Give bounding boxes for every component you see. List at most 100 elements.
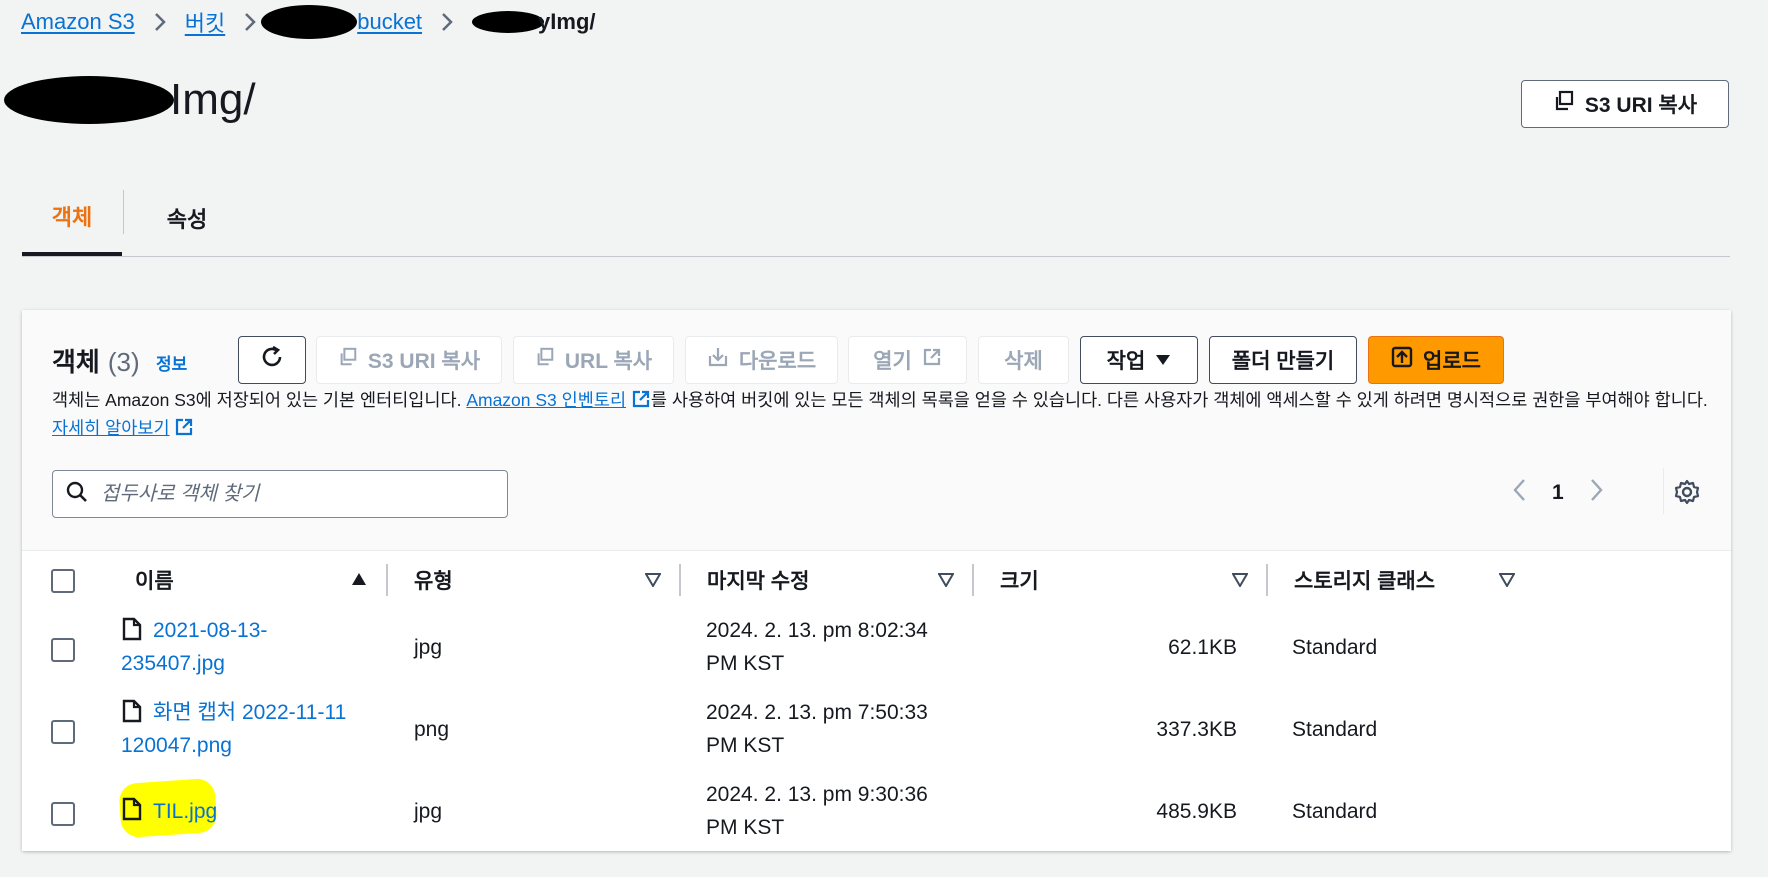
download-label: 다운로드 — [738, 350, 817, 373]
row-checkbox[interactable] — [51, 638, 75, 662]
actions-dropdown[interactable]: 작업 — [1080, 336, 1198, 384]
sort-icon[interactable] — [644, 573, 662, 592]
object-storage-class: Standard — [1292, 718, 1378, 741]
column-separator — [679, 564, 681, 596]
open-button[interactable]: 열기 — [848, 336, 967, 384]
copy-s3-uri-button[interactable]: S3 URI 복사 — [1521, 80, 1729, 128]
object-last-modified: 2024. 2. 13. pm 7:50:33 — [706, 701, 928, 724]
copy-icon — [535, 347, 555, 373]
object-name-link[interactable]: 235407.jpg — [121, 647, 225, 680]
chevron-right-icon — [440, 11, 454, 33]
column-header-size[interactable]: 크기 — [1000, 551, 1039, 609]
table-row[interactable]: TIL.jpg jpg 2024. 2. 13. pm 9:30:36 PM K… — [22, 773, 1731, 851]
tab-divider — [123, 190, 124, 234]
object-storage-class: Standard — [1292, 800, 1378, 823]
row-checkbox[interactable] — [51, 720, 75, 744]
inventory-link[interactable]: Amazon S3 인벤토리 — [466, 390, 626, 410]
object-type: png — [414, 718, 450, 741]
previous-page-button[interactable] — [1512, 478, 1526, 508]
object-last-modified-tz: PM KST — [706, 652, 785, 675]
actions-label: 작업 — [1106, 350, 1146, 373]
next-page-button[interactable] — [1590, 478, 1604, 508]
search-icon — [65, 480, 89, 509]
delete-button[interactable]: 삭제 — [978, 336, 1069, 384]
refresh-button[interactable] — [238, 336, 306, 384]
file-icon — [122, 617, 142, 646]
copy-icon — [1553, 90, 1575, 118]
pager-divider — [1663, 468, 1664, 514]
redaction-mark — [261, 5, 358, 39]
object-size: 337.3KB — [1156, 718, 1237, 741]
table-row[interactable]: 화면 캡처 2022-11-11 120047.png png 2024. 2.… — [22, 691, 1731, 774]
copy-icon — [338, 347, 358, 373]
object-type: jpg — [414, 800, 443, 823]
redaction-mark — [4, 76, 174, 124]
table-settings-button[interactable] — [1668, 475, 1706, 513]
download-button[interactable]: 다운로드 — [685, 336, 838, 384]
column-header-last-modified[interactable]: 마지막 수정 — [707, 551, 809, 609]
breadcrumb-buckets-link[interactable]: 버킷 — [185, 6, 225, 38]
upload-button[interactable]: 업로드 — [1368, 336, 1504, 384]
table-row[interactable]: 2021-08-13- 235407.jpg jpg 2024. 2. 13. … — [22, 609, 1731, 692]
object-type: jpg — [414, 636, 443, 659]
info-link[interactable]: 정보 — [156, 350, 187, 375]
object-name-link[interactable]: TIL.jpg — [153, 795, 217, 828]
learn-more-link[interactable]: 자세히 알아보기 — [52, 418, 170, 438]
column-header-name[interactable]: 이름 — [135, 551, 174, 609]
page-title-text: Img/ — [170, 75, 256, 124]
tab-objects[interactable]: 객체 — [22, 180, 122, 256]
file-icon — [122, 699, 142, 728]
objects-heading: 객체 (3) — [52, 342, 140, 379]
column-separator — [1266, 564, 1268, 596]
object-name-link[interactable]: 2021-08-13- — [153, 614, 267, 647]
tab-properties[interactable]: 속성 — [132, 180, 242, 256]
sort-icon[interactable] — [937, 573, 955, 592]
objects-description: 객체는 Amazon S3에 저장되어 있는 기본 엔터티입니다. Amazon… — [52, 388, 1712, 444]
chevron-right-icon — [243, 11, 257, 33]
object-size: 485.9KB — [1156, 800, 1237, 823]
breadcrumb-current-folder: yImg/ — [538, 9, 596, 34]
column-header-storage-class[interactable]: 스토리지 클래스 — [1294, 551, 1435, 609]
select-all-checkbox[interactable] — [51, 569, 75, 593]
column-separator — [386, 564, 388, 596]
description-text-1: 객체는 Amazon S3에 저장되어 있는 기본 엔터티입니다. — [52, 390, 467, 410]
sort-icon[interactable] — [1498, 573, 1516, 592]
copy-url-button[interactable]: URL 복사 — [513, 336, 674, 384]
download-icon — [707, 346, 729, 374]
object-name-link[interactable]: 화면 캡처 2022-11-11 — [153, 696, 346, 729]
tab-bar: 객체 속성 — [22, 180, 1730, 257]
create-folder-button[interactable]: 폴더 만들기 — [1209, 336, 1357, 384]
external-link-icon — [174, 417, 194, 444]
pagination: 1 — [1512, 478, 1604, 508]
breadcrumb-service-link[interactable]: Amazon S3 — [21, 9, 135, 35]
copy-s3-uri-label: S3 URI 복사 — [1584, 94, 1698, 117]
copy-url-label: URL 복사 — [564, 350, 653, 373]
object-last-modified-tz: PM KST — [706, 734, 785, 757]
external-link-icon — [922, 347, 942, 373]
open-label: 열기 — [873, 350, 912, 373]
current-page-number[interactable]: 1 — [1552, 481, 1564, 505]
description-text-2: 를 사용하여 버킷에 있는 모든 객체의 목록을 얻을 수 있습니다. 다른 사… — [650, 390, 1708, 410]
column-header-type[interactable]: 유형 — [414, 551, 453, 609]
refresh-icon — [259, 344, 285, 376]
redaction-mark — [472, 11, 545, 33]
copy-s3-uri-toolbar-button[interactable]: S3 URI 복사 — [316, 336, 502, 384]
objects-count: (3) — [107, 347, 140, 377]
sort-icon[interactable] — [1231, 573, 1249, 592]
object-last-modified-tz: PM KST — [706, 816, 785, 839]
breadcrumb-bucket-link[interactable]: bucket — [357, 9, 422, 35]
object-name-link[interactable]: 120047.png — [121, 729, 232, 762]
search-input[interactable] — [99, 481, 483, 507]
chevron-right-icon — [153, 11, 167, 33]
external-link-icon — [631, 389, 651, 416]
sort-ascending-icon[interactable] — [351, 572, 367, 591]
objects-panel: 객체 (3) 정보 S3 URI 복사 URL 복사 다운로드 열기 삭제 작업 — [22, 310, 1731, 851]
object-last-modified: 2024. 2. 13. pm 9:30:36 — [706, 783, 928, 806]
row-checkbox[interactable] — [51, 802, 75, 826]
caret-down-icon — [1155, 348, 1171, 372]
object-size: 62.1KB — [1168, 636, 1237, 659]
gear-icon — [1673, 478, 1701, 511]
search-box — [52, 470, 508, 518]
object-storage-class: Standard — [1292, 636, 1378, 659]
upload-icon — [1391, 346, 1413, 374]
